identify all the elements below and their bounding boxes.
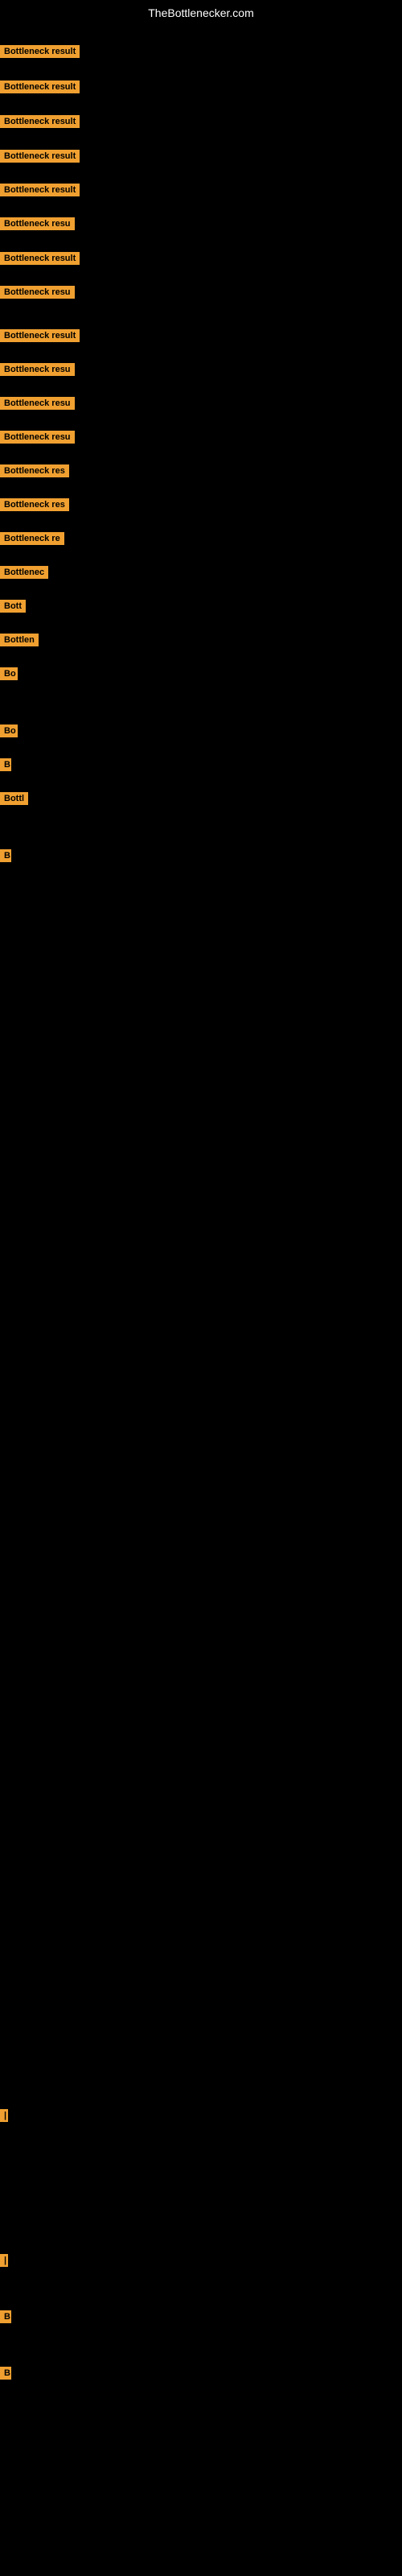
bottleneck-result-badge: Bottleneck result <box>0 150 80 163</box>
bottleneck-result-badge: Bottleneck resu <box>0 397 75 410</box>
bottleneck-result-badge: B <box>0 2310 11 2323</box>
bottleneck-result-badge: Bottleneck res <box>0 464 69 477</box>
bottleneck-result-badge: Bottlen <box>0 634 39 646</box>
bottleneck-result-badge: B <box>0 758 11 771</box>
bottleneck-result-badge: Bottleneck resu <box>0 431 75 444</box>
bottleneck-result-badge: Bottleneck res <box>0 498 69 511</box>
bottleneck-result-badge: Bottl <box>0 792 28 805</box>
bottleneck-result-badge: Bottleneck resu <box>0 363 75 376</box>
bottleneck-result-badge: | <box>0 2109 8 2122</box>
bottleneck-result-badge: Bott <box>0 600 26 613</box>
bottleneck-result-badge: Bo <box>0 724 18 737</box>
bottleneck-result-badge: Bottleneck resu <box>0 286 75 299</box>
bottleneck-result-badge: Bottleneck resu <box>0 217 75 230</box>
bottleneck-result-badge: Bo <box>0 667 18 680</box>
bottleneck-result-badge: Bottleneck result <box>0 329 80 342</box>
bottleneck-result-badge: Bottleneck result <box>0 115 80 128</box>
bottleneck-result-badge: B <box>0 2367 11 2380</box>
bottleneck-result-badge: Bottleneck re <box>0 532 64 545</box>
bottleneck-result-badge: Bottleneck result <box>0 252 80 265</box>
bottleneck-result-badge: Bottlenec <box>0 566 48 579</box>
bottleneck-result-badge: Bottleneck result <box>0 80 80 93</box>
bottleneck-result-badge: B <box>0 849 11 862</box>
bottleneck-result-badge: | <box>0 2254 8 2267</box>
bottleneck-result-badge: Bottleneck result <box>0 184 80 196</box>
bottleneck-result-badge: Bottleneck result <box>0 45 80 58</box>
site-title: TheBottlenecker.com <box>0 0 402 26</box>
